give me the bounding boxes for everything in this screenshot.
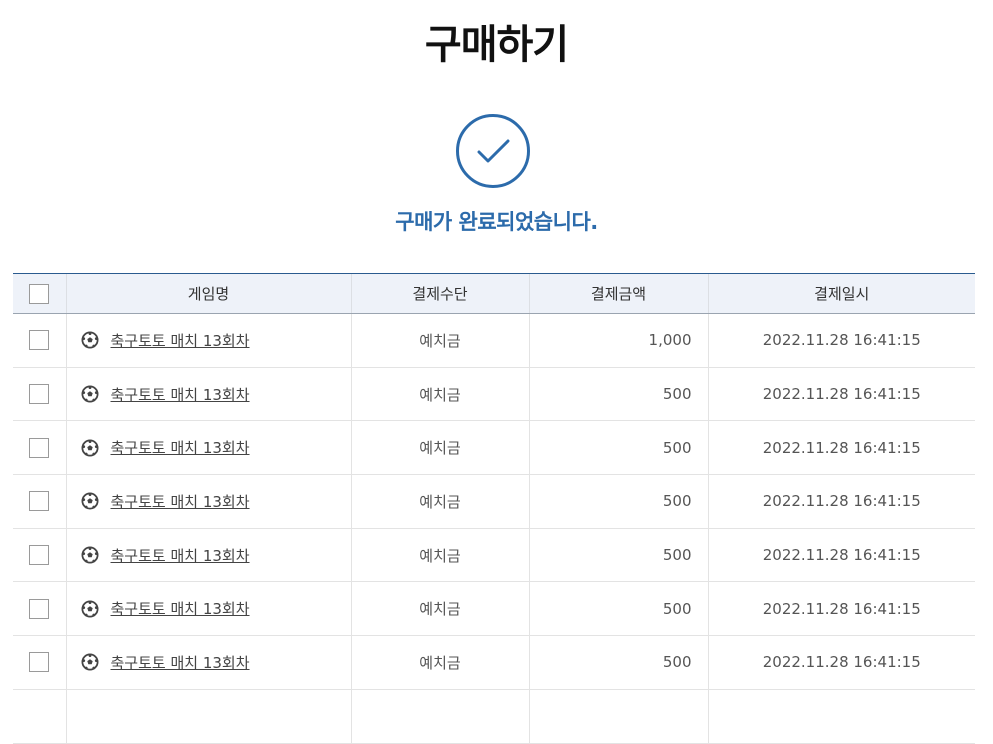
payment-method-cell: 예치금 bbox=[350, 474, 529, 529]
page-title: 구매하기 bbox=[424, 22, 569, 68]
row-select-cell bbox=[13, 474, 66, 529]
row-select-cell bbox=[13, 420, 66, 476]
payment-method-cell: 예치금 bbox=[350, 313, 529, 368]
row-select-cell bbox=[13, 367, 66, 422]
payment-method-cell: 예치금 bbox=[350, 528, 529, 583]
game-cell: 축구토토 매치 13회차 bbox=[65, 581, 351, 637]
column-header-amount: 결제금액 bbox=[528, 273, 708, 314]
game-name-link[interactable]: 축구토토 매치 13회차 bbox=[111, 600, 250, 618]
payment-date-cell: 2022.11.28 16:41:15 bbox=[707, 367, 975, 422]
table-row: 축구토토 매치 13회차 예치금 1,000 2022.11.28 16:41:15 bbox=[13, 313, 975, 368]
table-row: 축구토토 매치 13회차 예치금 500 2022.11.28 16:41:15 bbox=[13, 635, 975, 690]
row-checkbox[interactable] bbox=[29, 491, 50, 512]
check-circle-icon bbox=[456, 114, 530, 188]
table-row: 축구토토 매치 13회차 예치금 500 2022.11.28 16:41:15 bbox=[13, 474, 975, 529]
row-select-cell bbox=[13, 528, 66, 583]
payment-amount-cell: 500 bbox=[528, 528, 708, 583]
payment-amount-cell: 500 bbox=[528, 635, 708, 690]
game-cell: 축구토토 매치 13회차 bbox=[65, 528, 351, 583]
row-checkbox[interactable] bbox=[29, 598, 50, 619]
payment-date-cell: 2022.11.28 16:41:15 bbox=[707, 420, 975, 476]
game-cell: 축구토토 매치 13회차 bbox=[65, 313, 351, 368]
payment-amount-cell: 500 bbox=[528, 474, 708, 529]
payment-method-cell: 예치금 bbox=[350, 635, 529, 690]
payment-amount-cell: 1,000 bbox=[528, 313, 708, 368]
game-name-link[interactable]: 축구토토 매치 13회차 bbox=[111, 493, 250, 511]
game-cell: 축구토토 매치 13회차 bbox=[65, 367, 351, 422]
purchase-complete-message: 구매가 완료되었습니다. bbox=[395, 210, 598, 234]
column-header-date: 결제일시 bbox=[707, 273, 975, 314]
payment-date-cell: 2022.11.28 16:41:15 bbox=[707, 581, 975, 637]
table-row: 축구토토 매치 13회차 예치금 500 2022.11.28 16:41:15 bbox=[13, 420, 975, 476]
purchase-table: 게임명 결제수단 결제금액 결제일시 축구토토 매치 13회차 예치금 1,000 2… bbox=[13, 273, 975, 744]
payment-method-cell: 예치금 bbox=[350, 581, 529, 637]
table-row: 축구토토 매치 13회차 예치금 500 2022.11.28 16:41:15 bbox=[13, 367, 975, 422]
payment-amount-cell: 500 bbox=[528, 420, 708, 476]
column-header-game: 게임명 bbox=[65, 273, 351, 314]
row-checkbox[interactable] bbox=[29, 545, 50, 566]
row-select-cell bbox=[13, 313, 66, 368]
game-cell bbox=[65, 689, 351, 744]
soccer-ball-icon bbox=[81, 653, 98, 671]
select-all-checkbox[interactable] bbox=[29, 283, 50, 304]
game-name-link[interactable]: 축구토토 매치 13회차 bbox=[111, 386, 250, 404]
payment-date-cell: 2022.11.28 16:41:15 bbox=[707, 474, 975, 529]
soccer-ball-icon bbox=[81, 546, 98, 564]
column-header-method: 결제수단 bbox=[350, 273, 529, 314]
table-header-row: 게임명 결제수단 결제금액 결제일시 bbox=[13, 273, 975, 314]
payment-method-cell: 예치금 bbox=[350, 367, 529, 422]
payment-date-cell bbox=[707, 689, 975, 744]
row-checkbox[interactable] bbox=[29, 437, 50, 458]
row-checkbox[interactable] bbox=[29, 652, 50, 673]
payment-amount-cell bbox=[528, 689, 708, 744]
soccer-ball-icon bbox=[81, 492, 98, 510]
select-all-cell bbox=[13, 273, 66, 314]
payment-date-cell: 2022.11.28 16:41:15 bbox=[707, 635, 975, 690]
payment-method-cell bbox=[350, 689, 529, 744]
table-row: 축구토토 매치 13회차 예치금 500 2022.11.28 16:41:15 bbox=[13, 581, 975, 637]
payment-amount-cell: 500 bbox=[528, 367, 708, 422]
soccer-ball-icon bbox=[81, 331, 98, 349]
game-cell: 축구토토 매치 13회차 bbox=[65, 474, 351, 529]
game-name-link[interactable]: 축구토토 매치 13회차 bbox=[111, 439, 250, 457]
soccer-ball-icon bbox=[81, 385, 98, 403]
game-cell: 축구토토 매치 13회차 bbox=[65, 635, 351, 690]
soccer-ball-icon bbox=[81, 439, 98, 457]
payment-date-cell: 2022.11.28 16:41:15 bbox=[707, 313, 975, 368]
table-row bbox=[13, 689, 975, 744]
row-select-cell bbox=[13, 689, 66, 744]
game-name-link[interactable]: 축구토토 매치 13회차 bbox=[111, 547, 250, 565]
game-name-link[interactable]: 축구토토 매치 13회차 bbox=[111, 654, 250, 672]
game-name-link[interactable]: 축구토토 매치 13회차 bbox=[111, 332, 250, 350]
game-cell: 축구토토 매치 13회차 bbox=[65, 420, 351, 476]
table-row: 축구토토 매치 13회차 예치금 500 2022.11.28 16:41:15 bbox=[13, 528, 975, 583]
row-select-cell bbox=[13, 635, 66, 690]
payment-amount-cell: 500 bbox=[528, 581, 708, 637]
soccer-ball-icon bbox=[81, 600, 98, 618]
payment-method-cell: 예치금 bbox=[350, 420, 529, 476]
payment-date-cell: 2022.11.28 16:41:15 bbox=[707, 528, 975, 583]
row-checkbox[interactable] bbox=[29, 384, 50, 405]
row-select-cell bbox=[13, 581, 66, 637]
row-checkbox[interactable] bbox=[29, 330, 50, 351]
